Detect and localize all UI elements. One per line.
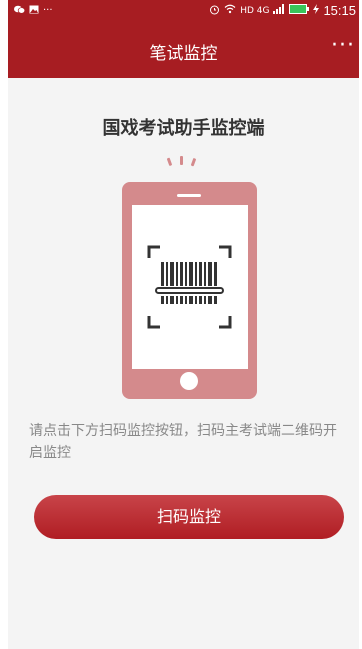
clock: 15:15 [323,3,356,18]
status-bar: ··· HD 4G 15:15 [8,0,359,23]
system-status: HD 4G 15:15 [209,3,356,18]
wifi-icon [224,4,236,17]
scan-phone-illustration [119,149,269,399]
app-title: 笔试监控 [149,44,218,64]
page-title: 国戏考试助手监控端 [102,118,265,139]
scan-monitor-button[interactable]: 扫码监控 [34,495,344,539]
phone-icon [122,182,257,399]
more-notifications-icon: ··· [43,5,53,16]
image-icon [29,4,39,17]
more-menu-button[interactable]: ··· [331,35,355,57]
main-content: 国戏考试助手监控端 请点击下方扫码监控按钮，扫码主考试端二维码开启监控 扫码监控 [8,78,359,649]
sparkle-icon [166,156,196,167]
signal-icon [273,4,285,17]
notification-icons: ··· [14,4,53,17]
battery-icon [289,4,310,17]
network-type-label: HD 4G [240,5,270,16]
app-bar: 笔试监控 ··· [8,23,359,78]
alarm-icon [209,4,220,18]
charging-icon [313,4,320,17]
instruction-text: 请点击下方扫码监控按钮，扫码主考试端二维码开启监控 [29,423,337,461]
wechat-icon [14,4,26,17]
screen-edge-left [0,0,8,649]
